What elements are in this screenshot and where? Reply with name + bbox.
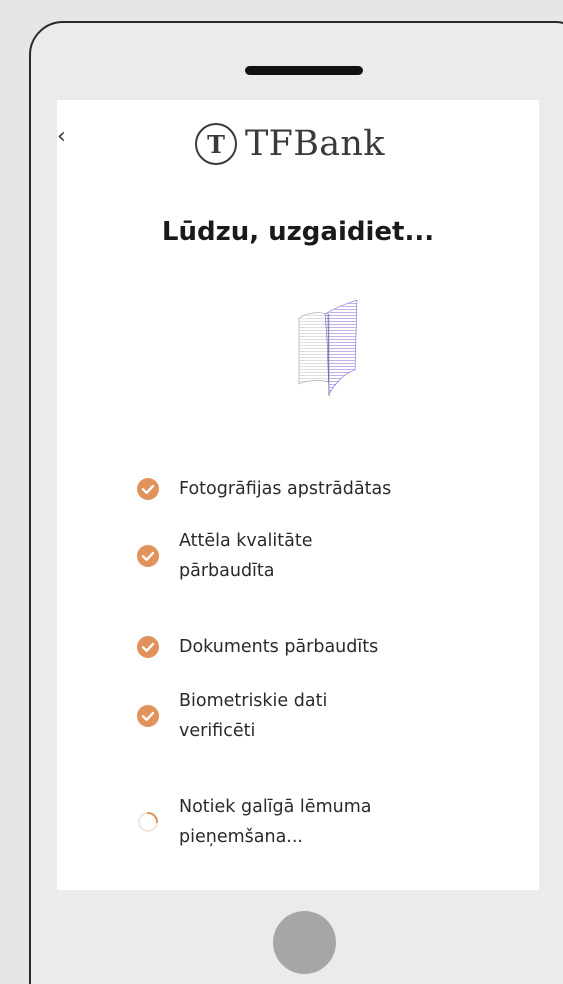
- step-item: Dokuments pārbaudīts: [137, 632, 378, 662]
- tfbank-logo: T TFBank: [195, 123, 385, 165]
- step-label: Fotogrāfijas apstrādātas: [179, 479, 392, 499]
- spinner-icon: [138, 812, 158, 832]
- check-circle-icon: [137, 545, 159, 567]
- chevron-left-icon[interactable]: ‹: [57, 126, 66, 148]
- check-circle-icon: [137, 636, 159, 658]
- step-label: Notiek galīgā lēmuma pieņemšana...: [179, 797, 372, 847]
- step-item: Biometriskie dati verificēti: [137, 686, 394, 746]
- step-label: Attēla kvalitāte pārbaudīta: [179, 531, 313, 581]
- logo-mark: T: [195, 123, 237, 165]
- check-circle-icon: [137, 705, 159, 727]
- step-label: Biometriskie dati verificēti: [179, 691, 328, 741]
- step-item: Attēla kvalitāte pārbaudīta: [137, 526, 394, 586]
- document-scan-illustration: [298, 300, 358, 397]
- step-item: Fotogrāfijas apstrādātas: [137, 474, 391, 504]
- home-button[interactable]: [273, 911, 336, 974]
- phone-speaker: [245, 66, 363, 75]
- step-label: Dokuments pārbaudīts: [179, 637, 379, 657]
- logo-text: TFBank: [245, 124, 385, 164]
- app-screen: ‹ T TFBank Lūdzu, uzgaidiet... Fotogrāfi…: [57, 100, 539, 890]
- page-title: Lūdzu, uzgaidiet...: [161, 217, 435, 247]
- check-circle-icon: [137, 478, 159, 500]
- step-item: Notiek galīgā lēmuma pieņemšana...: [137, 792, 394, 852]
- stage: ‹ T TFBank Lūdzu, uzgaidiet... Fotogrāfi…: [0, 0, 563, 984]
